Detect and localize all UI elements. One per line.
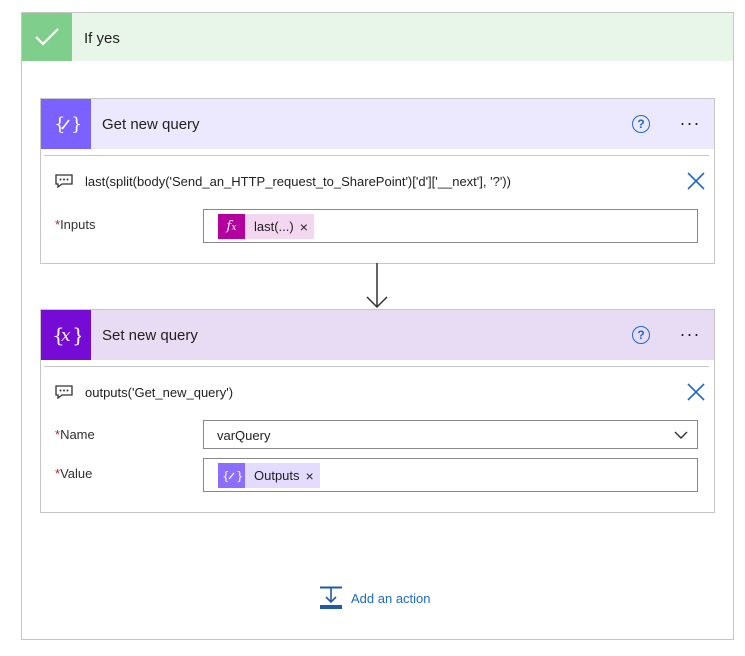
help-icon[interactable]: ? [632,115,650,133]
divider [44,366,709,367]
remove-token-icon[interactable]: × [300,219,314,235]
variable-edit-icon: { } [218,463,245,488]
checkmark-icon [22,13,72,61]
variable-x-icon: { x } [41,310,91,360]
svg-text:{: { [54,114,65,135]
branch-header[interactable]: If yes [22,13,733,61]
more-options-icon[interactable]: ··· [677,113,703,133]
fx-function-icon: fx [218,214,245,239]
action-card-set-new-query: { x } Set new query ? ··· outputs('Get_n… [40,309,715,513]
svg-text:}: } [71,114,80,135]
field-label-text: Value [60,466,93,481]
action-title: Set new query [102,327,198,344]
expression-token[interactable]: fx last(...) × [218,214,314,239]
field-label-text: Inputs [60,217,96,232]
field-label-name: *Name [55,427,95,442]
value-field[interactable]: { } Outputs × [203,458,698,492]
add-action-label: Add an action [351,590,431,606]
add-action-button[interactable]: Add an action [319,586,431,610]
comment-icon[interactable] [55,174,73,188]
comment-row: outputs('Get_new_query') [55,382,705,404]
chevron-down-icon[interactable] [674,430,688,440]
comment-row: last(split(body('Send_an_HTTP_request_to… [55,171,705,193]
action-card-get-new-query: { } Get new query ? ··· last(split(body(… [40,98,715,264]
inputs-field[interactable]: fx last(...) × [203,209,698,243]
svg-text:{: { [222,469,230,483]
select-value: varQuery [217,428,271,443]
token-label: Outputs [254,468,300,483]
action-card-header[interactable]: { } Get new query ? ··· [41,99,714,149]
name-select[interactable]: varQuery [203,420,698,449]
add-action-icon [320,586,342,609]
svg-text:}: } [72,323,81,347]
outputs-token[interactable]: { } Outputs × [218,463,320,488]
action-title: Get new query [102,116,200,133]
more-options-icon[interactable]: ··· [677,324,703,344]
remove-token-icon[interactable]: × [306,468,320,484]
close-icon[interactable] [686,382,706,402]
comment-icon[interactable] [55,385,73,399]
field-label-inputs: *Inputs [55,217,95,232]
expression-comment: last(split(body('Send_an_HTTP_request_to… [85,174,511,189]
field-label-text: Name [60,427,95,442]
token-label: last(...) [254,219,294,234]
arrow-down-icon [366,263,388,309]
expression-comment: outputs('Get_new_query') [85,385,234,400]
field-label-value: *Value [55,466,92,481]
svg-text:}: } [236,469,242,483]
divider [44,155,709,156]
variable-edit-icon: { } [41,99,91,149]
help-icon[interactable]: ? [632,326,650,344]
action-card-header[interactable]: { x } Set new query ? ··· [41,310,714,360]
branch-title: If yes [84,30,120,47]
close-icon[interactable] [686,171,706,191]
svg-text:x: x [61,326,71,346]
